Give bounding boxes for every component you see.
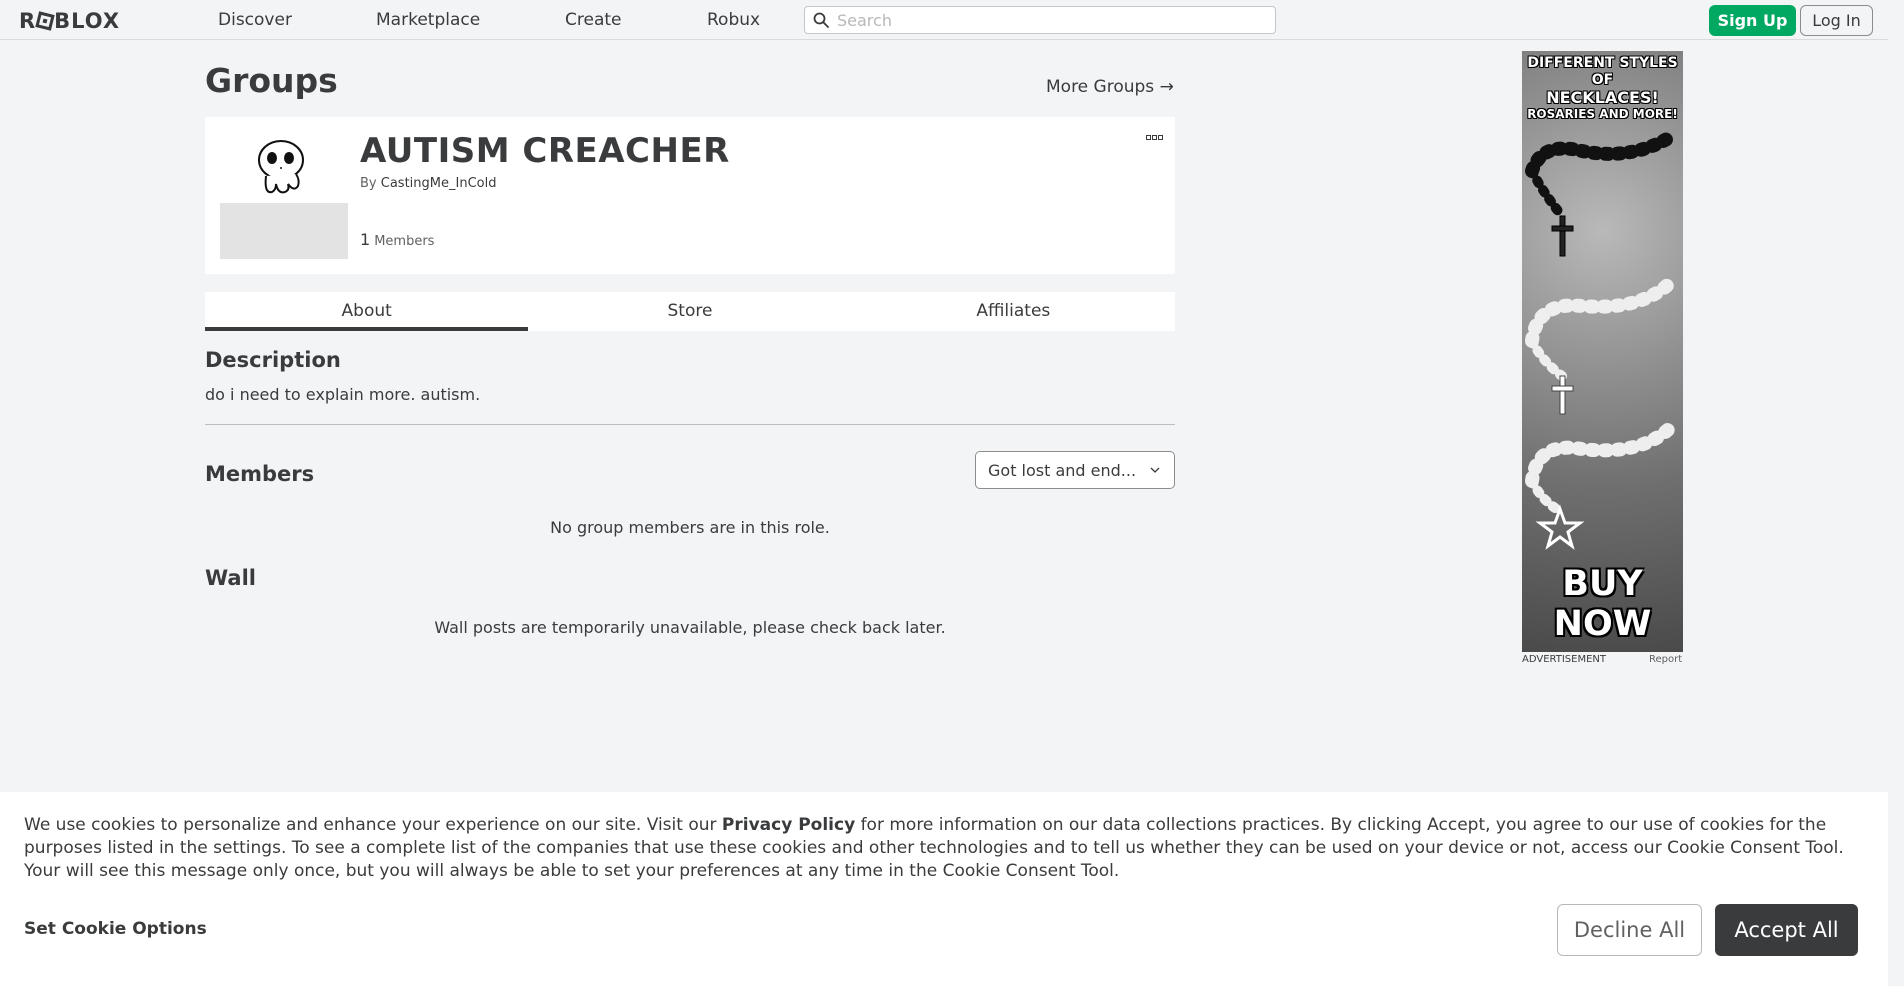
more-options-icon[interactable] (1146, 134, 1164, 142)
ad-headline-line-3: ROSARIES AND MORE! (1527, 107, 1678, 121)
set-cookie-options-link[interactable]: Set Cookie Options (24, 919, 207, 939)
accept-all-button[interactable]: Accept All (1715, 904, 1858, 956)
group-owner-link[interactable]: CastingMe_InCold (381, 176, 497, 191)
group-owner-line: By CastingMe_InCold (360, 176, 496, 191)
ad-headline-line-1: DIFFERENT STYLES OF (1527, 55, 1678, 88)
members-heading: Members (205, 462, 315, 486)
more-groups-link[interactable]: More Groups → (1046, 77, 1174, 97)
role-dropdown[interactable]: Got lost and end... (975, 451, 1175, 489)
cookie-consent-banner: We use cookies to personalize and enhanc… (0, 792, 1888, 986)
ad-headline-line-2: NECKLACES! (1546, 88, 1659, 107)
log-in-button[interactable]: Log In (1800, 5, 1873, 36)
member-count: 1 Members (360, 230, 434, 249)
chevron-down-icon (1150, 467, 1160, 473)
members-empty-message: No group members are in this role. (550, 518, 830, 537)
group-tabs: About Store Affiliates (205, 292, 1175, 331)
wall-heading: Wall (205, 566, 256, 590)
group-header-card: AUTISM CREACHER By CastingMe_InCold 1 Mem… (205, 117, 1175, 274)
top-navigation-bar: R BLOX Discover Marketplace Create Robux … (0, 0, 1888, 40)
tab-affiliates[interactable]: Affiliates (852, 292, 1175, 331)
nav-marketplace[interactable]: Marketplace (376, 10, 480, 30)
ad-buy-now: BUY NOW (1553, 564, 1652, 644)
group-description: do i need to explain more. autism. (205, 385, 481, 404)
group-thumbnail-placeholder (220, 203, 348, 259)
cookie-message: We use cookies to personalize and enhanc… (24, 814, 1874, 883)
role-dropdown-value: Got lost and end... (988, 460, 1137, 480)
member-count-number: 1 (360, 230, 371, 249)
advertisement-label: ADVERTISEMENT (1522, 654, 1607, 665)
page-title: Groups (205, 61, 338, 100)
privacy-policy-link[interactable]: Privacy Policy (722, 815, 855, 835)
by-label: By (360, 176, 377, 191)
section-divider (205, 424, 1175, 425)
tab-about[interactable]: About (205, 292, 529, 331)
group-emblem-icon (258, 140, 304, 194)
description-heading: Description (205, 348, 341, 372)
search-input[interactable] (837, 9, 1267, 31)
roblox-logo[interactable]: R BLOX (19, 9, 120, 33)
cookie-text-before: We use cookies to personalize and enhanc… (24, 815, 722, 835)
ad-headline: DIFFERENT STYLES OF NECKLACES! ROSARIES … (1522, 55, 1683, 123)
sign-up-button[interactable]: Sign Up (1709, 5, 1796, 36)
wall-unavailable-message: Wall posts are temporarily unavailable, … (434, 618, 946, 637)
group-name: AUTISM CREACHER (360, 131, 730, 171)
nav-discover[interactable]: Discover (218, 10, 292, 30)
tab-store[interactable]: Store (528, 292, 851, 331)
decline-all-button[interactable]: Decline All (1557, 904, 1702, 956)
search-icon (813, 12, 829, 28)
nav-robux[interactable]: Robux (707, 10, 760, 30)
report-ad-link[interactable]: Report (1649, 654, 1682, 665)
search-box[interactable] (804, 6, 1276, 34)
nav-create[interactable]: Create (565, 10, 622, 30)
advertisement-banner[interactable]: DIFFERENT STYLES OF NECKLACES! ROSARIES … (1522, 51, 1683, 652)
necklace-illustration (1525, 131, 1679, 550)
member-count-label: Members (374, 234, 435, 249)
